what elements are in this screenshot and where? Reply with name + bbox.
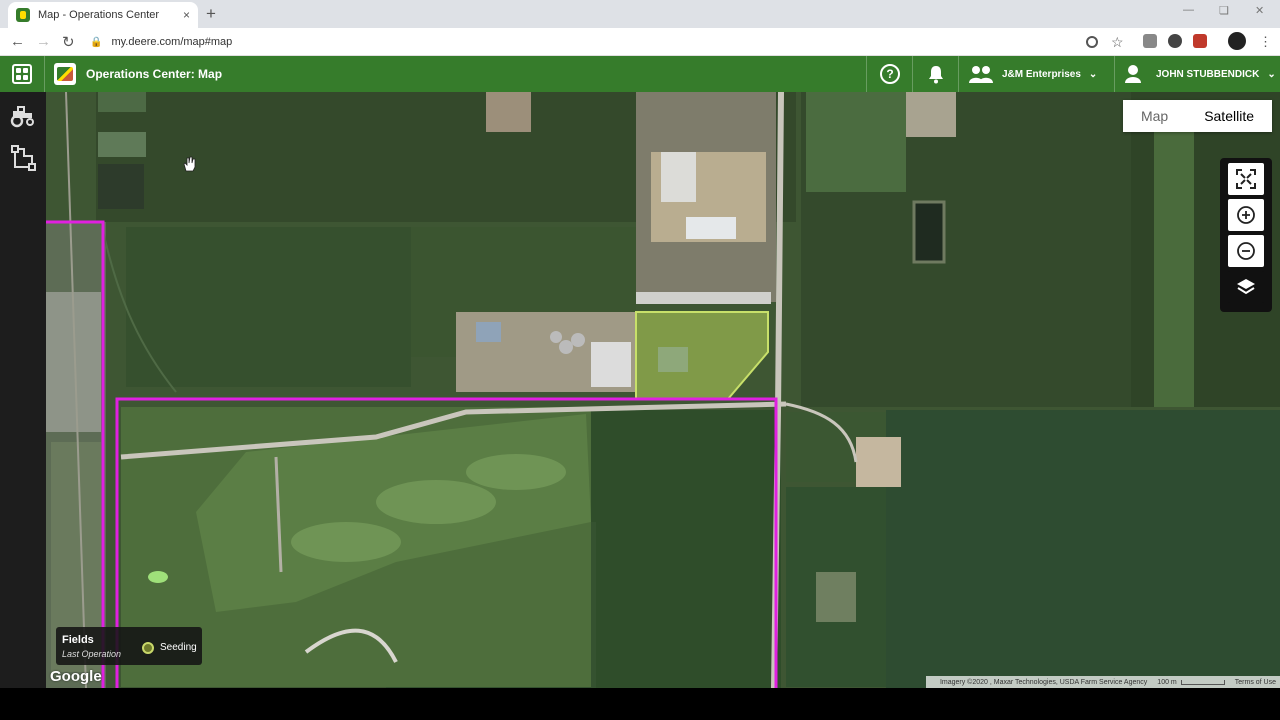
layers-button[interactable]: [1228, 271, 1264, 303]
terms-link[interactable]: Terms of Use: [1235, 679, 1276, 686]
bottom-letterbox: [0, 688, 1280, 720]
browser-tab-bar: Map - Operations Center × + — ❏ ✕: [0, 0, 1280, 28]
legend-subtitle: Last Operation: [62, 649, 122, 659]
page-title: Operations Center: Map: [86, 67, 223, 81]
browser-tab[interactable]: Map - Operations Center ×: [8, 2, 198, 28]
notifications-bell-icon[interactable]: [926, 64, 946, 84]
browser-menu-icon[interactable]: ⋮: [1259, 34, 1272, 50]
chevron-down-icon: ⌄: [1267, 68, 1276, 80]
layers-icon: [1237, 279, 1255, 295]
user-icon: [1125, 65, 1141, 83]
map-controls: [1220, 158, 1272, 312]
zoom-out-icon: [1237, 242, 1255, 260]
scale-bar: [1180, 679, 1225, 685]
map-type-map-button[interactable]: Map: [1123, 100, 1186, 132]
fields-legend[interactable]: Fields Last Operation Seeding: [56, 627, 202, 665]
operations-center-logo: [54, 63, 76, 85]
window-close-icon[interactable]: ✕: [1255, 4, 1264, 17]
zoom-in-icon: [1237, 206, 1255, 224]
satellite-imagery: [46, 92, 1280, 688]
app-header: Operations Center: Map ? J&M Enterprises…: [0, 56, 1280, 92]
profile-avatar[interactable]: [1228, 32, 1246, 50]
chevron-down-icon: ⌄: [1088, 68, 1098, 80]
organization-selector[interactable]: J&M Enterprises ⌄: [968, 64, 1097, 84]
field-boundary-icon[interactable]: [9, 144, 37, 172]
map-attribution: Imagery ©2020 , Maxar Technologies, USDA…: [925, 676, 1280, 688]
imagery-credit: Imagery ©2020 , Maxar Technologies, USDA…: [939, 678, 1148, 686]
location-icon[interactable]: [1086, 36, 1098, 48]
address-bar: ← → ↻ 🔒 my.deere.com/map#map ☆ ⋮: [0, 28, 1280, 56]
apps-grid-icon[interactable]: [12, 64, 32, 84]
tab-title: Map - Operations Center: [38, 9, 160, 21]
pdf-extension-icon[interactable]: [1193, 34, 1207, 48]
back-icon[interactable]: ←: [10, 33, 25, 50]
organization-name: J&M Enterprises: [1002, 68, 1081, 80]
hand-cursor-icon: [183, 156, 196, 172]
restore-icon[interactable]: ❏: [1219, 4, 1229, 17]
left-tool-rail: [0, 92, 46, 688]
zoom-out-button[interactable]: [1228, 235, 1264, 267]
deere-favicon-icon: [16, 8, 30, 22]
url-field[interactable]: 🔒 my.deere.com/map#map: [90, 31, 1110, 53]
expand-arrows-icon: [1236, 169, 1256, 189]
map-type-satellite-button[interactable]: Satellite: [1186, 100, 1272, 132]
user-menu[interactable]: JOHN STUBBENDICK ⌄: [1124, 64, 1276, 84]
legend-title: Fields: [62, 634, 94, 646]
zoom-in-button[interactable]: [1228, 199, 1264, 231]
legend-item-label: Seeding: [160, 642, 197, 653]
map-type-toggle: Map Satellite: [1122, 100, 1272, 132]
extension-icon[interactable]: [1168, 34, 1182, 48]
scale-label[interactable]: 100 m: [1157, 679, 1176, 686]
satellite-map[interactable]: Map Satellite Fields Last Operation Seed…: [46, 92, 1280, 688]
lock-icon: 🔒: [90, 36, 103, 48]
new-tab-button[interactable]: +: [206, 4, 216, 24]
google-logo: Google: [50, 668, 102, 685]
organization-people-icon: [969, 66, 993, 83]
bookmark-star-icon[interactable]: ☆: [1111, 34, 1124, 51]
help-icon[interactable]: ?: [880, 64, 900, 84]
tab-close-icon[interactable]: ×: [183, 8, 190, 22]
url-text: my.deere.com/map#map: [111, 36, 233, 48]
forward-icon[interactable]: →: [36, 33, 51, 50]
fit-bounds-button[interactable]: [1228, 163, 1264, 195]
extension-icon[interactable]: [1143, 34, 1157, 48]
user-name: JOHN STUBBENDICK: [1156, 68, 1260, 80]
minimize-icon[interactable]: —: [1183, 4, 1194, 16]
seeding-swatch-icon: [142, 642, 154, 654]
tractor-icon[interactable]: [9, 102, 37, 130]
reload-icon[interactable]: ↻: [62, 33, 75, 51]
